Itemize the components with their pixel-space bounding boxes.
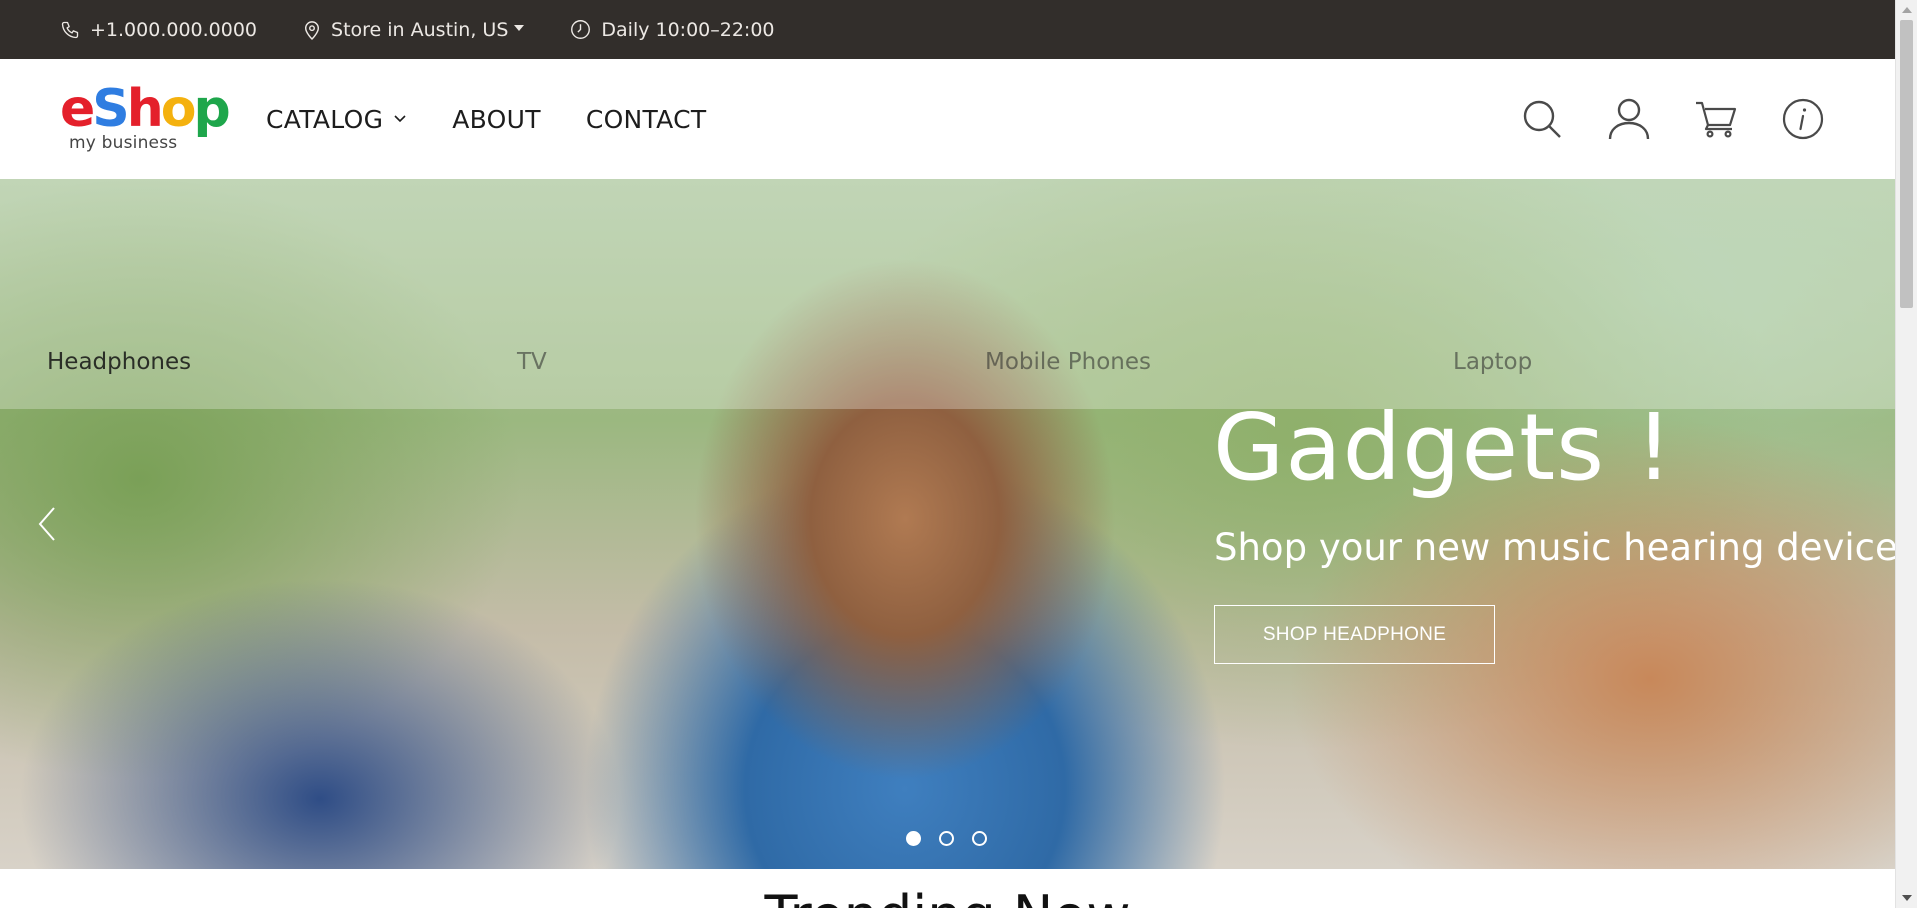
carousel-dot-1[interactable]	[906, 831, 921, 846]
hero-carousel: Headphones TV Mobile Phones Laptop Gadge…	[0, 179, 1895, 869]
scrollbar-thumb[interactable]	[1900, 20, 1913, 308]
page: +1.000.000.0000 Store in Austin, US Dail…	[0, 0, 1895, 908]
caret-down-icon	[514, 24, 525, 31]
phone-icon	[61, 21, 79, 38]
scroll-up-arrow-icon[interactable]	[1902, 7, 1912, 13]
header-actions	[1479, 59, 1827, 179]
main-header: eShop my business CATALOG ABOUT CONTACT	[0, 59, 1895, 179]
store-selector[interactable]: Store in Austin, US	[303, 18, 525, 41]
top-info-bar: +1.000.000.0000 Store in Austin, US Dail…	[0, 0, 1895, 59]
logo-wordmark: eShop	[60, 79, 231, 139]
search-icon	[1523, 100, 1561, 138]
chevron-left-icon[interactable]	[34, 502, 64, 546]
cart-button[interactable]	[1692, 95, 1740, 143]
hours-text: Daily 10:00–22:00	[601, 18, 775, 41]
search-button[interactable]	[1518, 95, 1566, 143]
map-pin-icon	[304, 20, 320, 40]
hero-tab-mobile-phones[interactable]: Mobile Phones	[985, 349, 1151, 375]
info-icon	[1782, 98, 1824, 140]
nav-catalog[interactable]: CATALOG	[266, 105, 407, 134]
scroll-down-arrow-icon[interactable]	[1902, 895, 1912, 901]
phone-number: +1.000.000.0000	[90, 18, 258, 41]
carousel-dot-3[interactable]	[972, 831, 987, 846]
category-tab-strip	[0, 179, 1895, 409]
shop-headphone-button[interactable]: SHOP HEADPHONE	[1214, 605, 1495, 664]
nav-about[interactable]: ABOUT	[452, 105, 541, 134]
opening-hours: Daily 10:00–22:00	[570, 18, 775, 41]
nav-catalog-label: CATALOG	[266, 104, 384, 134]
hero-headline: Gadgets !	[1213, 394, 1674, 501]
phone-link[interactable]: +1.000.000.0000	[60, 19, 257, 41]
hero-tab-headphones[interactable]: Headphones	[47, 349, 191, 375]
info-button[interactable]	[1779, 95, 1827, 143]
page-scrollbar[interactable]	[1895, 0, 1917, 908]
main-nav: CATALOG ABOUT CONTACT	[266, 105, 751, 134]
cart-icon	[1696, 101, 1737, 138]
section-title-trending: Trending Now	[0, 884, 1895, 908]
chevron-down-icon	[394, 115, 406, 123]
store-location: Store in Austin, US	[331, 18, 509, 41]
nav-contact[interactable]: CONTACT	[586, 105, 707, 134]
carousel-dot-2[interactable]	[939, 831, 954, 846]
user-icon	[1608, 98, 1650, 140]
carousel-indicators	[906, 831, 1005, 846]
logo-tagline: my business	[69, 133, 178, 153]
hero-tab-laptop[interactable]: Laptop	[1453, 349, 1532, 375]
clock-icon	[571, 20, 591, 39]
hero-tab-tv[interactable]: TV	[517, 349, 547, 375]
account-button[interactable]	[1605, 95, 1653, 143]
hero-subline: Shop your new music hearing device	[1214, 526, 1895, 569]
eshop-logo[interactable]: eShop my business	[60, 79, 231, 157]
